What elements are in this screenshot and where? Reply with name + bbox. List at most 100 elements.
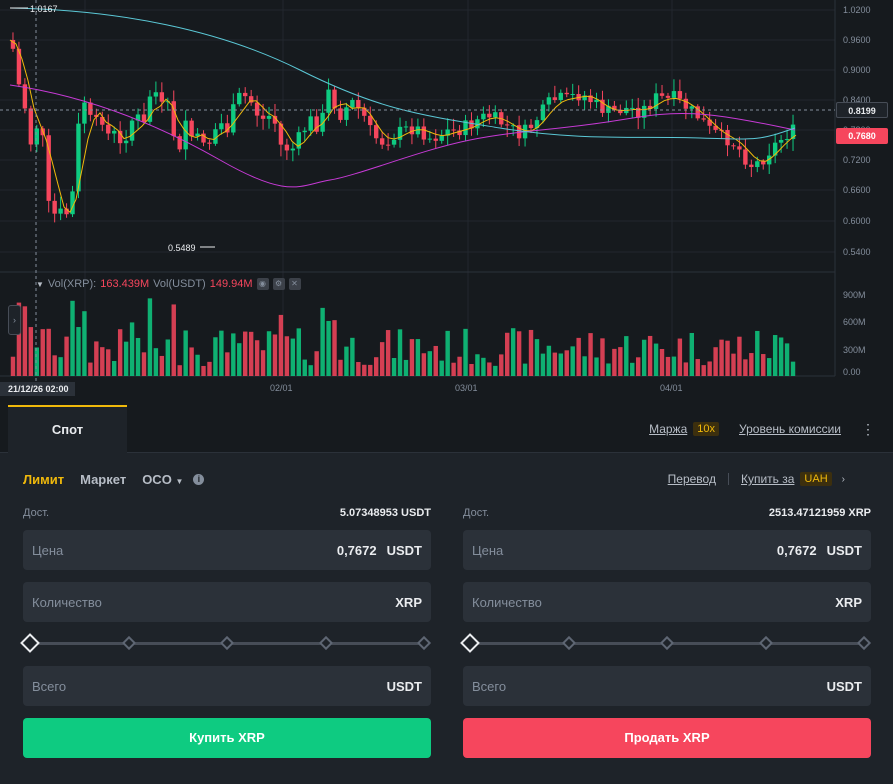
- volume-bar: [219, 330, 224, 376]
- candle-body: [552, 97, 558, 100]
- volume-bar: [641, 339, 647, 376]
- volume-bar: [558, 353, 563, 376]
- candle-body: [671, 91, 677, 98]
- order-type-oco[interactable]: OCO ▼: [142, 472, 183, 487]
- sell-button[interactable]: Продать XRP: [463, 718, 871, 758]
- volume-bar: [112, 360, 117, 376]
- fee-level-link[interactable]: Уровень комиссии: [739, 422, 841, 436]
- candle-body: [451, 129, 456, 131]
- high-price-marker: 1.0167: [30, 4, 58, 14]
- volume-bar: [701, 365, 706, 376]
- volume-bar: [481, 357, 486, 376]
- volume-bar: [761, 354, 766, 376]
- currency-badge: UAH: [800, 472, 832, 486]
- candle-body: [183, 120, 188, 150]
- volume-bar: [326, 320, 331, 376]
- candle-body: [302, 130, 307, 133]
- candle-body: [326, 89, 331, 113]
- sell-quantity-field[interactable]: Количество XRP: [463, 582, 871, 622]
- price-axis-label: 0.5400: [843, 247, 871, 257]
- more-vertical-icon[interactable]: ⋮: [861, 421, 875, 438]
- total-unit: USDT: [386, 678, 422, 694]
- volume-bar: [636, 357, 641, 376]
- volume-bar: [600, 338, 605, 376]
- volume-bar: [671, 356, 677, 376]
- sell-amount-slider[interactable]: [460, 624, 872, 662]
- volume-bar: [296, 328, 301, 376]
- current-price-tag: 0.7680: [836, 128, 888, 144]
- volume-bar: [22, 306, 28, 376]
- price-value[interactable]: 0,7672: [337, 543, 377, 558]
- total-label: Всего: [32, 678, 67, 694]
- candle-body: [141, 114, 147, 122]
- slider-step-100[interactable]: [416, 635, 432, 651]
- buy-with-link[interactable]: Купить за: [741, 472, 794, 486]
- eye-icon[interactable]: ◉: [256, 278, 269, 290]
- candle-body: [683, 98, 689, 109]
- time-axis-label: 02/01: [270, 383, 293, 393]
- volume-bar: [415, 339, 421, 376]
- slider-step-25[interactable]: [561, 635, 577, 651]
- buy-amount-slider[interactable]: [20, 624, 432, 662]
- expand-panel-handle[interactable]: ›: [8, 305, 21, 335]
- slider-step-75[interactable]: [318, 635, 334, 651]
- volume-bar: [725, 340, 730, 376]
- price-value[interactable]: 0,7672: [777, 543, 817, 558]
- transfer-link[interactable]: Перевод: [668, 472, 716, 486]
- buy-available-row: Дост. 5.07348953 USDT: [23, 505, 431, 521]
- tab-spot[interactable]: Спот: [8, 405, 127, 453]
- candle-body: [784, 139, 790, 141]
- close-icon[interactable]: ✕: [288, 278, 301, 290]
- candle-body: [320, 112, 325, 132]
- order-type-limit[interactable]: Лимит: [23, 472, 64, 487]
- margin-badge: 10x: [693, 422, 720, 436]
- slider-handle[interactable]: [460, 633, 480, 653]
- volume-bar: [421, 353, 427, 376]
- volume-bar: [88, 362, 93, 376]
- ma-slow-line: [9, 7, 796, 140]
- volume-bar: [576, 337, 581, 376]
- volume-bar: [123, 341, 129, 376]
- order-right-links: Перевод Купить за UAH ›: [668, 472, 845, 486]
- volume-bar: [141, 352, 147, 376]
- vol-usdt-label: Vol(USDT): [153, 278, 206, 290]
- volume-bar: [772, 335, 778, 376]
- candle-body: [153, 92, 159, 97]
- candle-body: [689, 106, 694, 109]
- settings-icon[interactable]: ⚙: [272, 278, 285, 290]
- margin-link[interactable]: Маржа: [649, 422, 687, 436]
- slider-step-100[interactable]: [856, 635, 872, 651]
- buy-button[interactable]: Купить XRP: [23, 718, 431, 758]
- order-type-market[interactable]: Маркет: [80, 472, 126, 487]
- slider-step-75[interactable]: [758, 635, 774, 651]
- volume-bar: [266, 331, 272, 376]
- info-icon[interactable]: i: [193, 474, 205, 485]
- sell-total-field[interactable]: Всего USDT: [463, 666, 871, 706]
- slider-step-25[interactable]: [121, 635, 137, 651]
- slider-handle[interactable]: [20, 633, 40, 653]
- volume-bar: [135, 337, 141, 376]
- buy-total-field[interactable]: Всего USDT: [23, 666, 431, 706]
- buy-quantity-field[interactable]: Количество XRP: [23, 582, 431, 622]
- price-chart[interactable]: 1.02000.96000.90000.84000.78000.72000.66…: [0, 0, 893, 405]
- buy-form: Дост. 5.07348953 USDT Цена 0,7672 USDT К…: [20, 505, 432, 758]
- volume-bar: [213, 337, 218, 376]
- volume-bar: [695, 359, 700, 376]
- volume-bar: [254, 340, 260, 376]
- candlestick-chart-svg[interactable]: 1.02000.96000.90000.84000.78000.72000.66…: [0, 0, 893, 405]
- volume-bar: [510, 328, 516, 376]
- sell-price-field[interactable]: Цена 0,7672 USDT: [463, 530, 871, 570]
- volume-bar: [755, 330, 760, 376]
- candle-body: [421, 126, 427, 140]
- volume-bar: [767, 358, 772, 376]
- caret-down-icon[interactable]: ▼: [36, 280, 44, 289]
- tabs-right-controls: Маржа 10x Уровень комиссии ⋮: [649, 405, 893, 453]
- volume-bar: [659, 348, 665, 376]
- slider-step-50[interactable]: [219, 635, 235, 651]
- buy-price-field[interactable]: Цена 0,7672 USDT: [23, 530, 431, 570]
- chevron-right-icon[interactable]: ›: [842, 474, 845, 485]
- slider-step-50[interactable]: [659, 635, 675, 651]
- volume-bar: [683, 362, 689, 376]
- candle-body: [374, 125, 379, 139]
- candle-body: [481, 113, 486, 120]
